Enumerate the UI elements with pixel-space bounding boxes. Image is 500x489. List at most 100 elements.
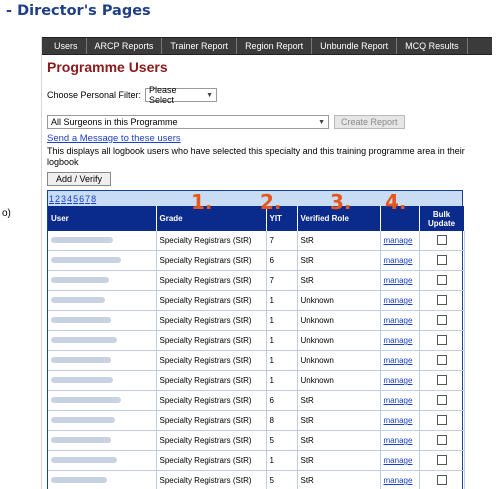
role-cell: Unknown <box>297 290 381 311</box>
pager-link[interactable]: 6 <box>79 194 84 204</box>
pager-link[interactable]: 8 <box>91 194 96 204</box>
action-cell: manage <box>380 350 420 371</box>
manage-link[interactable]: manage <box>384 236 413 245</box>
table-row: Specialty Registrars (StR) 1 Unknown manage <box>48 290 465 311</box>
user-cell[interactable] <box>48 350 157 371</box>
user-cell[interactable] <box>48 450 157 471</box>
obscured-user-name <box>51 337 117 343</box>
manage-link[interactable]: manage <box>384 476 413 485</box>
bulk-update-checkbox[interactable] <box>436 294 447 305</box>
user-cell[interactable] <box>48 470 157 489</box>
nav-trainer-report[interactable]: Trainer Report <box>162 38 238 54</box>
user-cell[interactable] <box>48 410 157 431</box>
bulk-update-checkbox[interactable] <box>436 354 447 365</box>
user-cell[interactable] <box>48 250 157 271</box>
obscured-user-name <box>51 317 111 323</box>
send-message-link[interactable]: Send a Message to these users <box>47 133 181 144</box>
action-cell: manage <box>380 410 420 431</box>
annotation-2: 2. <box>260 190 282 214</box>
bulk-update-checkbox[interactable] <box>436 274 447 285</box>
nav-region-report[interactable]: Region Report <box>237 38 313 54</box>
pager-link[interactable]: 4 <box>67 194 72 204</box>
grade-cell: Specialty Registrars (StR) <box>156 370 267 391</box>
user-cell[interactable] <box>48 270 157 291</box>
scope-select[interactable]: All Surgeons in this Programme ▼ <box>47 115 329 129</box>
yit-cell: 1 <box>266 350 298 371</box>
nav-unbundle-report[interactable]: Unbundle Report <box>312 38 398 54</box>
add-verify-button[interactable]: Add / Verify <box>47 172 112 186</box>
yit-cell: 1 <box>266 370 298 391</box>
grade-cell: Specialty Registrars (StR) <box>156 350 267 371</box>
action-cell: manage <box>380 390 420 411</box>
user-cell[interactable] <box>48 330 157 351</box>
bulk-update-checkbox[interactable] <box>436 254 447 265</box>
manage-link[interactable]: manage <box>384 256 413 265</box>
manage-link[interactable]: manage <box>384 456 413 465</box>
table-row: Specialty Registrars (StR) 6 StR manage <box>48 250 465 271</box>
directors-pages-title: - Director's Pages <box>6 3 151 19</box>
yit-cell: 7 <box>266 231 298 251</box>
user-cell[interactable] <box>48 370 157 391</box>
manage-link[interactable]: manage <box>384 316 413 325</box>
action-cell: manage <box>380 370 420 391</box>
manage-link[interactable]: manage <box>384 276 413 285</box>
manage-link[interactable]: manage <box>384 336 413 345</box>
col-bulk-header: Bulk Update <box>419 206 465 231</box>
action-cell: manage <box>380 270 420 291</box>
pager-link[interactable]: 2 <box>55 194 60 204</box>
manage-link[interactable]: manage <box>384 416 413 425</box>
bulk-update-checkbox[interactable] <box>436 334 447 345</box>
create-report-button[interactable]: Create Report <box>334 115 405 129</box>
yit-cell: 1 <box>266 330 298 351</box>
table-row: Specialty Registrars (StR) 1 Unknown manage <box>48 330 465 351</box>
nav-arcp-reports[interactable]: ARCP Reports <box>87 38 163 54</box>
bulk-update-checkbox[interactable] <box>436 234 447 245</box>
pager-link[interactable]: 5 <box>73 194 78 204</box>
bulk-cell <box>419 350 465 371</box>
bulk-update-checkbox[interactable] <box>436 374 447 385</box>
yit-cell: 7 <box>266 270 298 291</box>
table-row: Specialty Registrars (StR) 5 StR manage <box>48 430 465 451</box>
role-cell: Unknown <box>297 330 381 351</box>
personal-filter-value: Please Select <box>149 85 177 105</box>
bulk-update-checkbox[interactable] <box>436 314 447 325</box>
manage-link[interactable]: manage <box>384 396 413 405</box>
manage-link[interactable]: manage <box>384 376 413 385</box>
grade-cell: Specialty Registrars (StR) <box>156 450 267 471</box>
pager-link[interactable]: 7 <box>85 194 90 204</box>
bulk-update-checkbox[interactable] <box>436 454 447 465</box>
pager-link[interactable]: 1 <box>49 194 54 204</box>
yit-cell: 1 <box>266 290 298 311</box>
obscured-user-name <box>51 257 121 263</box>
bulk-update-checkbox[interactable] <box>436 434 447 445</box>
bulk-update-checkbox[interactable] <box>436 414 447 425</box>
manage-link[interactable]: manage <box>384 356 413 365</box>
yit-cell: 6 <box>266 250 298 271</box>
manage-link[interactable]: manage <box>384 296 413 305</box>
personal-filter-select[interactable]: Please Select ▼ <box>145 85 218 105</box>
nav-users[interactable]: Users <box>42 38 87 54</box>
role-cell: StR <box>297 470 381 489</box>
grade-cell: Specialty Registrars (StR) <box>156 231 267 251</box>
table-row: Specialty Registrars (StR) 6 StR manage <box>48 390 465 411</box>
col-user-header[interactable]: User <box>48 206 157 231</box>
bulk-update-checkbox[interactable] <box>436 394 447 405</box>
bulk-cell <box>419 290 465 311</box>
pager-link[interactable]: 3 <box>61 194 66 204</box>
bulk-update-checkbox[interactable] <box>436 474 447 485</box>
yit-cell: 8 <box>266 410 298 431</box>
action-cell: manage <box>380 450 420 471</box>
user-cell[interactable] <box>48 310 157 331</box>
role-cell: Unknown <box>297 310 381 331</box>
manage-link[interactable]: manage <box>384 436 413 445</box>
user-cell[interactable] <box>48 390 157 411</box>
nav-mcq-results[interactable]: MCQ Results <box>397 38 468 54</box>
user-cell[interactable] <box>48 430 157 451</box>
table-row: Specialty Registrars (StR) 7 StR manage <box>48 231 465 251</box>
user-cell[interactable] <box>48 231 157 251</box>
yit-cell: 5 <box>266 470 298 489</box>
chevron-down-icon: ▼ <box>318 118 325 126</box>
bulk-cell <box>419 370 465 391</box>
bulk-cell <box>419 270 465 291</box>
user-cell[interactable] <box>48 290 157 311</box>
